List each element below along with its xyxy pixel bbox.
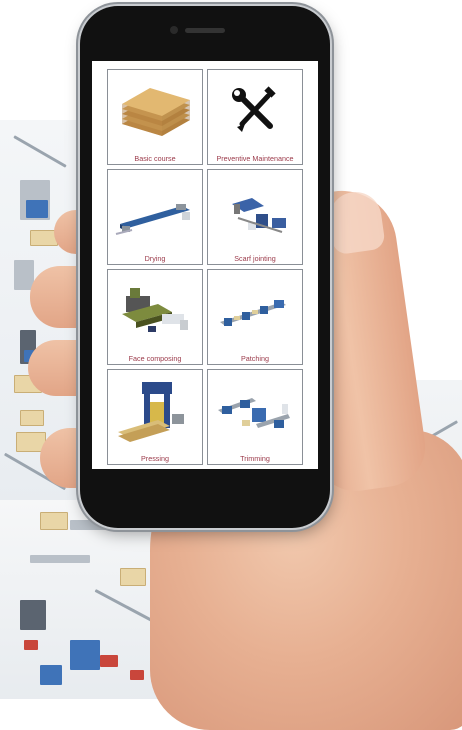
phone-screen: Basic course Preventive Maintenance Dryi…	[92, 61, 318, 469]
course-label: Trimming	[240, 454, 270, 463]
course-tile-drying[interactable]: Drying	[107, 169, 203, 265]
course-tile-preventive-maintenance[interactable]: Preventive Maintenance	[207, 69, 303, 165]
press-machine-icon	[118, 382, 184, 442]
front-camera-icon	[170, 26, 178, 34]
course-label: Face composing	[128, 354, 182, 363]
course-grid: Basic course Preventive Maintenance Dryi…	[107, 69, 305, 465]
course-label: Patching	[241, 354, 269, 363]
drying-line-icon	[115, 204, 190, 235]
course-tile-patching[interactable]: Patching	[207, 269, 303, 365]
course-tile-basic-course[interactable]: Basic course	[107, 69, 203, 165]
course-tile-scarf-jointing[interactable]: Scarf jointing	[207, 169, 303, 265]
course-tile-trimming[interactable]: Trimming	[207, 369, 303, 465]
course-label: Basic course	[134, 154, 176, 163]
trimming-line-icon	[218, 398, 290, 428]
earpiece-speaker	[185, 28, 225, 33]
wrench-screwdriver-icon	[232, 86, 276, 132]
course-label: Drying	[144, 254, 166, 263]
scarf-jointing-machine-icon	[232, 198, 286, 233]
course-label: Pressing	[141, 454, 169, 463]
course-label: Preventive Maintenance	[216, 154, 294, 163]
course-tile-pressing[interactable]: Pressing	[107, 369, 203, 465]
course-label: Scarf jointing	[234, 254, 276, 263]
patching-line-icon	[220, 300, 286, 326]
course-tile-face-composing[interactable]: Face composing	[107, 269, 203, 365]
plywood-stack-icon	[122, 88, 190, 136]
face-composing-machine-icon	[122, 288, 188, 332]
